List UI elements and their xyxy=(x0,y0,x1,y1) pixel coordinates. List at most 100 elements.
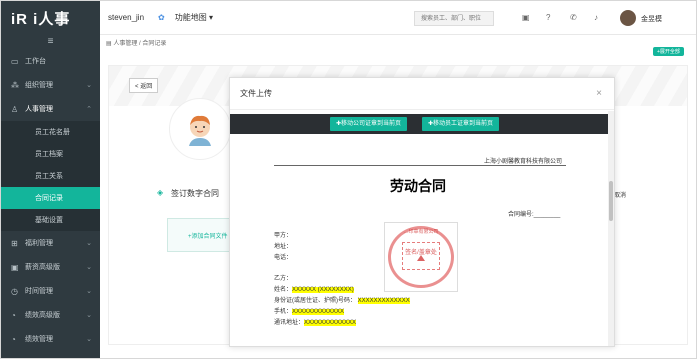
sidebar-item-org[interactable]: ⁂ 组织管理 ⌄ xyxy=(1,73,100,97)
home-icon[interactable]: ▤ xyxy=(106,41,112,47)
doc-company: 上海小剧馨教育科技有限公司 xyxy=(484,159,563,165)
chevron-down-icon: ⌄ xyxy=(86,312,92,319)
doc-party-b: 乙方： xyxy=(274,276,293,282)
expand-all-button[interactable]: +展开全部 xyxy=(653,47,684,56)
doc-divider xyxy=(274,165,566,166)
add-contract-link[interactable]: +添加合同文件 xyxy=(188,231,228,240)
doc-name-row: 姓名：XXXXXX (XXXXXXXX) xyxy=(274,284,354,293)
chevron-left-icon: < xyxy=(135,84,139,90)
sidebar-sub-relations[interactable]: 员工关系 xyxy=(1,165,100,187)
close-icon[interactable]: × xyxy=(596,88,602,99)
chevron-down-icon: ⌄ xyxy=(86,240,92,247)
sidebar-item-label: 工作台 xyxy=(25,58,46,65)
org-icon: ⁂ xyxy=(11,80,19,90)
name-label: 姓名： xyxy=(274,287,293,293)
employee-avatar xyxy=(169,98,231,160)
sidebar-item-label: 绩效管理 xyxy=(25,336,53,343)
sidebar-item-workbench[interactable]: ▭ 工作台 xyxy=(1,49,100,73)
sidebar-item-label: 福利管理 xyxy=(25,240,53,247)
mail-label: 通讯地址： xyxy=(274,320,305,326)
back-label: 返回 xyxy=(140,84,153,90)
breadcrumb: ▤ 人事管理 / 合同记录 xyxy=(106,38,166,47)
gear-icon[interactable]: ✿ xyxy=(158,13,165,22)
id-value: XXXXXXXXXXXXX xyxy=(357,298,410,304)
section-title: 签订数字合同 xyxy=(171,189,219,198)
contract-document: 上海小剧馨教育科技有限公司 劳动合同 合同编号:________ 甲方： 地址：… xyxy=(230,134,610,346)
sidebar-sub-settings[interactable]: 基础设置 xyxy=(1,209,100,231)
function-map-menu[interactable]: 功能地图 ▾ xyxy=(175,12,213,23)
modal-title: 文件上传 xyxy=(230,78,614,110)
back-button[interactable]: < 返回 xyxy=(129,78,159,93)
calendar-icon[interactable]: ▣ xyxy=(522,13,530,22)
name-value: XXXXXX (XXXXXXXX) xyxy=(292,287,354,293)
sidebar-item-hr[interactable]: ♙ 人事管理 ⌃ xyxy=(1,97,100,121)
bell-icon[interactable]: ♪ xyxy=(594,13,598,22)
search-input[interactable] xyxy=(414,11,494,26)
app-frame: iR i人事 ≡ ▭ 工作台 ⁂ 组织管理 ⌄ ♙ 人事管理 ⌃ 员工花名册 员… xyxy=(0,0,697,359)
sidebar-item-salary[interactable]: ▣ 薪资高级版 ⌄ xyxy=(1,255,100,279)
stamp-toolbar: ✚移动公司证章到当前页 ✚移动员工证章到当前页 xyxy=(230,114,610,134)
account-name[interactable]: 金昱模 xyxy=(641,14,662,24)
doc-contract-no: 合同编号:________ xyxy=(508,212,561,218)
seal-ring-text: …印章有限公司 xyxy=(403,229,439,235)
move-employee-label: 移动员工证章到当前页 xyxy=(433,121,494,127)
move-employee-stamp-button[interactable]: ✚移动员工证章到当前页 xyxy=(422,117,500,131)
move-company-label: 移动公司证章到当前页 xyxy=(341,121,402,127)
sidebar-sub-archive[interactable]: 员工档案 xyxy=(1,143,100,165)
sidebar: iR i人事 ≡ ▭ 工作台 ⁂ 组织管理 ⌄ ♙ 人事管理 ⌃ 员工花名册 员… xyxy=(1,1,100,358)
id-label: 身份证(或居住证、护照)号码： xyxy=(274,298,356,304)
sidebar-item-label: 人事管理 xyxy=(25,106,53,113)
phone-icon[interactable]: ✆ xyxy=(570,13,577,22)
top-bar: steven_jin ✿ 功能地图 ▾ ▣ ? ✆ ♪ 金昱模 xyxy=(100,1,696,35)
sidebar-collapse-icon[interactable]: ≡ xyxy=(1,35,100,49)
chevron-up-icon: ⌃ xyxy=(86,106,92,113)
doc-mail-row: 通讯地址：XXXXXXXXXXXXX xyxy=(274,317,357,326)
monitor-icon: ▭ xyxy=(11,56,19,66)
stamp-marker-icon xyxy=(417,255,425,261)
chevron-down-icon: ⌄ xyxy=(86,288,92,295)
doc-title: 劳动合同 xyxy=(390,178,446,194)
doc-phone: 电话： xyxy=(274,255,293,261)
chevron-down-icon: ⌄ xyxy=(86,264,92,271)
doc-party-a: 甲方： xyxy=(274,233,293,239)
scrollbar-thumb[interactable] xyxy=(609,181,613,221)
wallet-icon: ▣ xyxy=(11,262,19,272)
sidebar-item-label: 组织管理 xyxy=(25,82,53,89)
mobile-label: 手机： xyxy=(274,309,293,315)
move-company-stamp-button[interactable]: ✚移动公司证章到当前页 xyxy=(330,117,408,131)
doc-id-row: 身份证(或居住证、护照)号码： XXXXXXXXXXXXX xyxy=(274,295,410,304)
sidebar-item-perf-adv[interactable]: ◔ 绩效高级版 ⌄ xyxy=(1,303,100,327)
chevron-down-icon: ⌄ xyxy=(86,82,92,89)
cancel-link[interactable]: 取消 xyxy=(614,190,626,199)
sidebar-item-welfare[interactable]: ⊞ 福利管理 ⌄ xyxy=(1,231,100,255)
chevron-down-icon: ⌄ xyxy=(86,336,92,343)
function-map-label: 功能地图 xyxy=(174,13,207,22)
add-contract-area[interactable]: +添加合同文件 xyxy=(167,218,237,252)
current-user[interactable]: steven_jin xyxy=(108,13,144,22)
breadcrumb-text[interactable]: 人事管理 / 合同记录 xyxy=(113,41,166,47)
help-icon[interactable]: ? xyxy=(546,13,550,22)
mail-value: XXXXXXXXXXXXX xyxy=(304,320,357,326)
doc-mobile-row: 手机：XXXXXXXXXXXXX xyxy=(274,306,345,315)
clock-icon: ◷ xyxy=(11,286,18,296)
employee-avatar-illustration xyxy=(189,115,211,146)
sidebar-item-time[interactable]: ◷ 时间管理 ⌄ xyxy=(1,279,100,303)
gift-icon: ⊞ xyxy=(11,238,18,248)
chart-icon: ◔ xyxy=(11,310,16,320)
app-logo: iR i人事 xyxy=(11,10,71,28)
sidebar-item-label: 绩效高级版 xyxy=(25,312,60,319)
caret-down-icon: ▾ xyxy=(208,13,213,22)
layers-icon: ◈ xyxy=(157,188,164,197)
mobile-value: XXXXXXXXXXXXX xyxy=(292,309,345,315)
chart-icon: ◔ xyxy=(11,334,16,344)
modal-scrollbar[interactable] xyxy=(608,111,614,346)
avatar[interactable] xyxy=(620,10,636,26)
sidebar-item-perf[interactable]: ◔ 绩效管理 ⌄ xyxy=(1,327,100,351)
sidebar-item-label: 时间管理 xyxy=(25,288,53,295)
person-icon: ♙ xyxy=(11,104,19,114)
file-upload-modal: 文件上传 × ✚移动公司证章到当前页 ✚移动员工证章到当前页 上海小剧馨教育科技… xyxy=(229,77,615,347)
sidebar-sub-contracts[interactable]: 合同记录 xyxy=(1,187,100,209)
doc-address: 地址： xyxy=(274,244,293,250)
sidebar-sub-roster[interactable]: 员工花名册 xyxy=(1,121,100,143)
sidebar-item-label: 薪资高级版 xyxy=(25,264,60,271)
